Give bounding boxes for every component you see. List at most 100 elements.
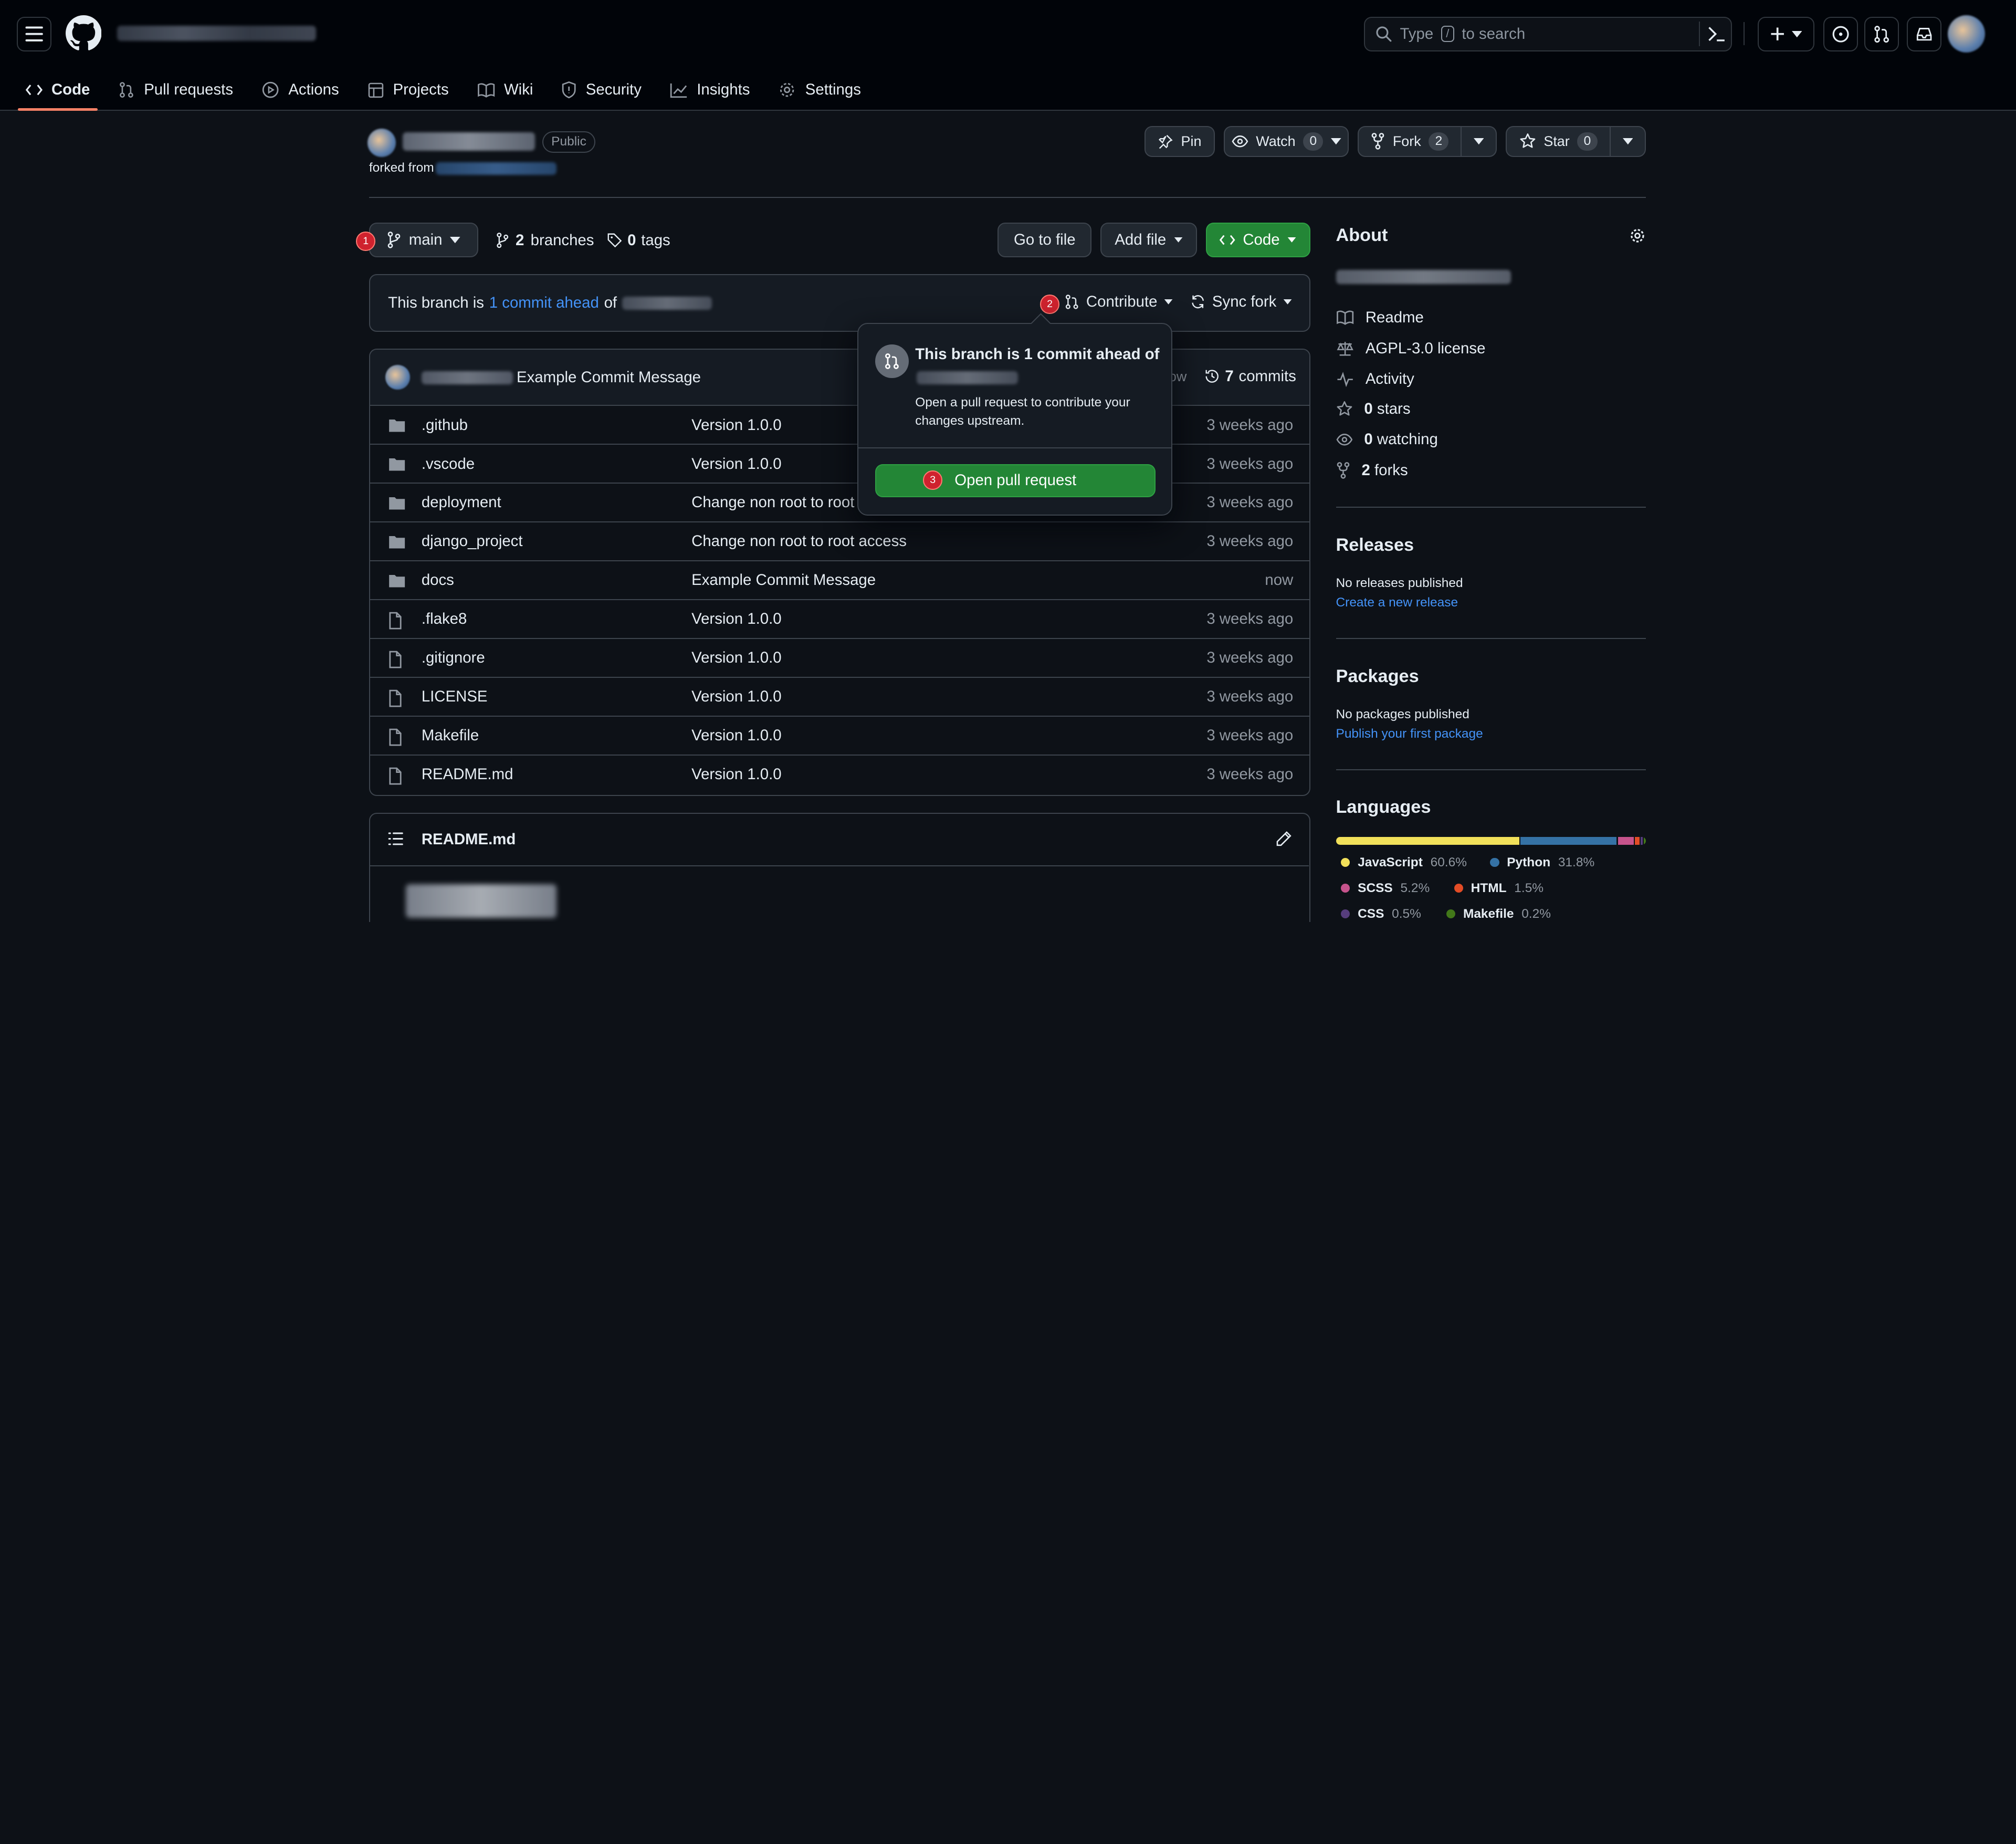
repo-nav: Code Pull requests Actions Projects Wiki… [0,69,889,111]
tab-projects[interactable]: Projects [368,69,449,110]
repo-breadcrumb-redacted[interactable] [117,25,317,41]
file-row[interactable]: django_project Change non root to root ac… [370,521,1309,560]
file-row[interactable]: .gitignore Version 1.0.0 3 weeks ago [370,637,1309,676]
commit-message[interactable]: Example Commit Message [517,369,701,386]
avatar[interactable] [1948,15,1986,53]
issues-icon[interactable] [1823,16,1858,51]
commit-author-redacted[interactable] [421,371,513,384]
file-name[interactable]: .flake8 [422,610,467,628]
commits-history-link[interactable]: 7 commits [1204,368,1296,385]
watch-button[interactable]: Watch 0 [1224,126,1349,157]
readme-link[interactable]: Readme [1336,309,1424,327]
file-icon [388,767,402,785]
license-link[interactable]: AGPL-3.0 license [1336,340,1485,358]
tab-pull-requests[interactable]: Pull requests [118,69,233,110]
tab-security[interactable]: Security [561,69,642,110]
open-pull-request-button[interactable]: Open pull request [875,464,1156,498]
language-item[interactable]: SCSS 5.2% [1341,881,1430,896]
forked-from-text: forked from [369,161,434,175]
branch-select-button[interactable]: main [369,222,479,257]
commits-ahead-link[interactable]: 1 commit ahead [489,294,599,312]
tab-insights[interactable]: Insights [670,69,750,110]
file-row[interactable]: .flake8 Version 1.0.0 3 weeks ago [370,599,1309,637]
branches-link[interactable]: 2 branches [496,232,594,249]
file-commit-message[interactable]: Version 1.0.0 [691,649,781,667]
code-button[interactable]: Code [1206,222,1310,257]
git-branch-icon [387,231,401,248]
pull-requests-icon[interactable] [1864,16,1899,51]
menu-icon[interactable] [16,16,51,51]
fork-button[interactable]: Fork 2 [1358,126,1462,157]
file-row[interactable]: README.md Version 1.0.0 3 weeks ago [370,754,1309,793]
packages-title[interactable]: Packages [1336,666,1419,687]
upstream-repo-redacted[interactable] [622,297,712,310]
stars-link[interactable]: 0 stars [1336,400,1411,418]
file-commit-message[interactable]: Version 1.0.0 [691,688,781,706]
star-dropdown-button[interactable] [1610,126,1646,157]
command-palette-icon[interactable] [1699,22,1726,46]
file-commit-message[interactable]: Version 1.0.0 [691,610,781,628]
file-commit-message[interactable]: Example Commit Message [691,571,876,589]
add-file-button[interactable]: Add file [1100,222,1198,257]
tab-actions[interactable]: Actions [261,69,339,110]
fork-dropdown-button[interactable] [1461,126,1497,157]
create-release-link[interactable]: Create a new release [1336,595,1458,610]
language-item[interactable]: HTML 1.5% [1454,881,1544,896]
publish-package-link[interactable]: Publish your first package [1336,727,1483,741]
file-name[interactable]: .github [422,416,468,434]
releases-title[interactable]: Releases [1336,535,1414,556]
tab-wiki[interactable]: Wiki [477,69,533,110]
file-row[interactable]: docs Example Commit Message now [370,560,1309,599]
commits-label: commits [1238,367,1296,385]
plus-icon [1771,27,1784,41]
file-name[interactable]: .vscode [422,455,475,473]
file-name[interactable]: README.md [422,766,513,783]
forks-link[interactable]: 2 forks [1336,462,1408,479]
repo-name-redacted[interactable] [402,132,535,151]
caret-down-icon [1287,237,1296,243]
play-circle-icon [262,82,279,98]
file-row[interactable]: LICENSE Version 1.0.0 3 weeks ago [370,676,1309,715]
github-repo-page: Type / to search Code Pull requests Acti… [0,0,2016,922]
tags-link[interactable]: 0 tags [607,232,670,249]
sync-fork-button[interactable]: Sync fork [1190,293,1292,311]
file-name[interactable]: .gitignore [422,649,485,667]
language-percent: 60.6% [1430,855,1467,869]
file-name[interactable]: django_project [422,532,523,550]
file-name[interactable]: docs [422,571,454,589]
commit-author-avatar[interactable] [385,365,410,390]
file-commit-message[interactable]: Version 1.0.0 [691,455,781,473]
tab-settings[interactable]: Settings [778,69,861,110]
caret-down-icon [1283,299,1292,305]
file-row[interactable]: Makefile Version 1.0.0 3 weeks ago [370,715,1309,754]
file-name[interactable]: LICENSE [422,688,488,706]
language-item[interactable]: Python 31.8% [1490,855,1594,870]
create-new-button[interactable] [1757,16,1814,51]
file-commit-message[interactable]: Change non root to root access [691,532,907,550]
language-item[interactable]: Makefile 0.2% [1446,907,1551,921]
tab-code[interactable]: Code [18,69,98,111]
search-input[interactable]: Type / to search [1364,16,1732,51]
forked-from-link-redacted[interactable] [436,162,557,175]
github-logo-icon[interactable] [65,15,102,51]
gear-icon[interactable] [1629,227,1646,244]
watching-link[interactable]: 0 watching [1336,431,1438,448]
contribute-button[interactable]: Contribute [1064,293,1173,311]
tags-label: tags [641,231,670,249]
list-unordered-icon[interactable] [388,832,403,846]
file-commit-message[interactable]: Version 1.0.0 [691,727,781,745]
go-to-file-button[interactable]: Go to file [998,222,1092,257]
pencil-icon[interactable] [1275,831,1292,847]
language-item[interactable]: CSS 0.5% [1341,907,1421,921]
stars-count: 0 [1364,400,1373,417]
pin-button[interactable]: Pin [1144,126,1215,157]
star-button[interactable]: Star 0 [1505,126,1611,157]
file-commit-message[interactable]: Version 1.0.0 [691,416,781,434]
file-name[interactable]: Makefile [422,727,479,745]
file-commit-message[interactable]: Version 1.0.0 [691,766,781,783]
inbox-icon[interactable] [1906,16,1941,51]
file-name[interactable]: deployment [422,494,501,511]
activity-link[interactable]: Activity [1336,370,1414,388]
pulse-icon [1337,371,1353,387]
language-item[interactable]: JavaScript 60.6% [1341,855,1467,870]
